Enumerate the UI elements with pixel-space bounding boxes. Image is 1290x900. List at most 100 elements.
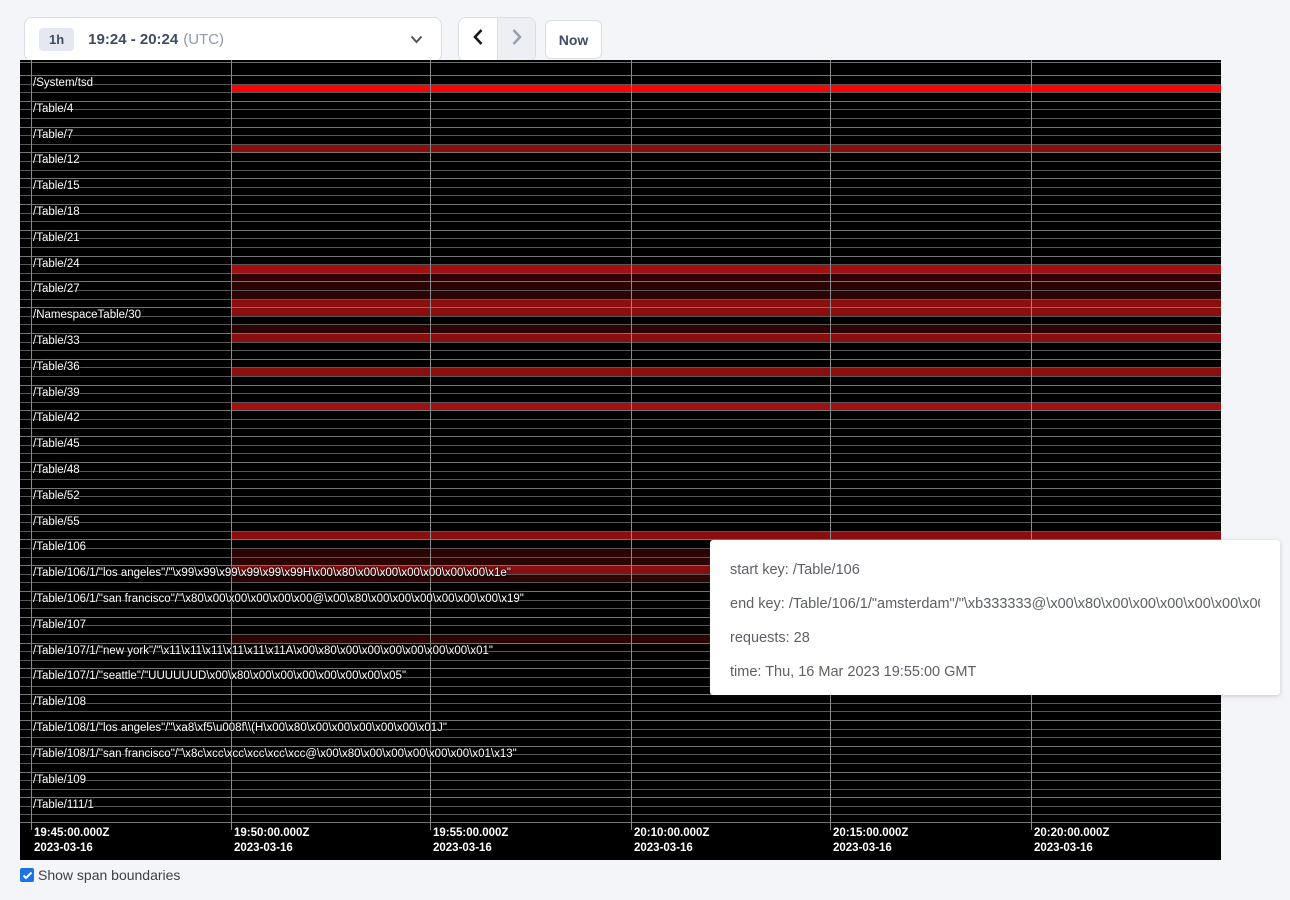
heatmap-span-lane[interactable] <box>20 238 1221 247</box>
heatmap-row[interactable]: /Table/12 <box>20 152 1221 178</box>
heatmap-row[interactable]: /Table/21 <box>20 230 1221 256</box>
heatmap-span-lane[interactable] <box>20 290 1221 299</box>
heatmap-row[interactable]: /Table/48 <box>20 462 1221 488</box>
heatmap-span-lane[interactable] <box>20 350 1221 359</box>
heatmap-span-lane[interactable] <box>20 411 1221 419</box>
heatmap-span-lane[interactable] <box>20 789 1221 798</box>
heatmap-span-lane[interactable] <box>20 128 1221 136</box>
heatmap-row[interactable]: /Table/18 <box>20 204 1221 230</box>
heatmap-span-lane[interactable] <box>20 703 1221 712</box>
heatmap-span-lane[interactable] <box>20 471 1221 480</box>
key-visualizer-heatmap[interactable]: /System/tsd/Table/4/Table/7/Table/12/Tab… <box>20 60 1221 860</box>
show-span-boundaries-checkbox[interactable] <box>20 868 34 882</box>
heatmap-span-lane[interactable] <box>20 798 1221 805</box>
heatmap-span-lane[interactable] <box>20 187 1221 196</box>
heatmap-span-lane[interactable] <box>20 247 1221 256</box>
now-button[interactable]: Now <box>545 20 602 59</box>
heatmap-span-lane[interactable] <box>20 221 1221 230</box>
heatmap-span-lane[interactable] <box>20 515 1221 523</box>
heatmap-row[interactable]: /Table/108 <box>20 694 1221 720</box>
prev-interval-button[interactable] <box>459 18 497 61</box>
heatmap-row[interactable]: /Table/108/1/"los angeles"/"\xa8\xf5\u00… <box>20 720 1221 746</box>
heatmap-span-lane[interactable] <box>20 161 1221 170</box>
heatmap-span-lane[interactable] <box>20 308 1221 316</box>
heatmap-span-lane[interactable] <box>20 445 1221 454</box>
heatmap-row[interactable]: /Table/36 <box>20 359 1221 385</box>
heatmap-span-lane[interactable] <box>20 299 1221 308</box>
heatmap-span-lane[interactable] <box>20 84 1221 93</box>
chevron-down-icon <box>410 35 423 44</box>
heatmap-span-lane[interactable] <box>20 360 1221 368</box>
heatmap-span-lane[interactable] <box>20 153 1221 161</box>
heatmap-span-lane[interactable] <box>20 737 1221 746</box>
heatmap-span-lane[interactable] <box>20 489 1221 497</box>
heatmap-span-lane[interactable] <box>20 496 1221 505</box>
heatmap-span-lane[interactable] <box>20 282 1221 290</box>
heatmap-span-lane[interactable] <box>20 453 1221 462</box>
heatmap-span-lane[interactable] <box>20 402 1221 411</box>
heatmap-span-lane[interactable] <box>20 505 1221 514</box>
heatmap-span-lane[interactable] <box>20 814 1221 822</box>
heatmap-span-lane[interactable] <box>20 419 1221 428</box>
heatmap-row[interactable]: /Table/109 <box>20 772 1221 798</box>
heatmap-span-lane[interactable] <box>20 144 1221 153</box>
heatmap-span-lane[interactable] <box>20 179 1221 187</box>
heatmap-span-lane[interactable] <box>20 92 1221 101</box>
heatmap-span-lane[interactable] <box>20 170 1221 179</box>
heatmap-span-lane[interactable] <box>20 109 1221 118</box>
heatmap-row[interactable]: /Table/27 <box>20 281 1221 307</box>
heatmap-row[interactable]: /Table/111/1 <box>20 797 1221 823</box>
heatmap-row[interactable]: /Table/45 <box>20 436 1221 462</box>
heatmap-row[interactable]: /Table/33 <box>20 333 1221 359</box>
heatmap-span-lane[interactable] <box>20 273 1221 282</box>
heat-band <box>231 274 1221 282</box>
heatmap-row[interactable]: /Table/55 <box>20 514 1221 540</box>
heatmap-span-lane[interactable] <box>20 479 1221 488</box>
heat-band <box>231 325 1221 333</box>
time-range-text: 19:24 - 20:24(UTC) <box>88 31 224 48</box>
heatmap-span-lane[interactable] <box>20 376 1221 385</box>
heatmap-span-lane[interactable] <box>20 135 1221 144</box>
tooltip-time: time: Thu, 16 Mar 2023 19:55:00 GMT <box>730 655 1260 689</box>
heatmap-span-lane[interactable] <box>20 711 1221 720</box>
heatmap-span-lane[interactable] <box>20 205 1221 213</box>
heatmap-span-lane[interactable] <box>20 393 1221 402</box>
heatmap-row[interactable]: /Table/24 <box>20 256 1221 282</box>
heatmap-span-lane[interactable] <box>20 334 1221 342</box>
heatmap-row[interactable]: /Table/15 <box>20 178 1221 204</box>
heatmap-span-lane[interactable] <box>20 437 1221 445</box>
heatmap-span-lane[interactable] <box>20 773 1221 781</box>
heat-band <box>231 334 1221 342</box>
heatmap-row[interactable]: /Table/4 <box>20 101 1221 127</box>
heatmap-row[interactable]: /Table/52 <box>20 488 1221 514</box>
heatmap-row[interactable]: /Table/7 <box>20 127 1221 153</box>
heatmap-span-lane[interactable] <box>20 763 1221 772</box>
heatmap-span-lane[interactable] <box>20 213 1221 222</box>
heatmap-span-lane[interactable] <box>20 695 1221 703</box>
heatmap-span-lane[interactable] <box>20 231 1221 239</box>
heatmap-span-lane[interactable] <box>20 806 1221 814</box>
heatmap-span-lane[interactable] <box>20 386 1221 394</box>
heatmap-span-lane[interactable] <box>20 531 1221 540</box>
heatmap-span-lane[interactable] <box>20 463 1221 471</box>
heatmap-span-lane[interactable] <box>20 324 1221 333</box>
heatmap-span-lane[interactable] <box>20 102 1221 110</box>
heatmap-span-lane[interactable] <box>20 522 1221 531</box>
heatmap-span-lane[interactable] <box>20 316 1221 325</box>
heatmap-span-lane[interactable] <box>20 76 1221 84</box>
heatmap-span-lane[interactable] <box>20 195 1221 204</box>
heatmap-span-lane[interactable] <box>20 428 1221 437</box>
next-interval-button[interactable] <box>497 18 535 61</box>
time-range-dropdown[interactable]: 1h 19:24 - 20:24(UTC) <box>24 17 442 62</box>
heatmap-row[interactable]: /System/tsd <box>20 75 1221 101</box>
heatmap-span-lane[interactable] <box>20 780 1221 789</box>
heatmap-span-lane[interactable] <box>20 342 1221 351</box>
heatmap-span-lane[interactable] <box>20 367 1221 376</box>
heatmap-span-lane[interactable] <box>20 118 1221 127</box>
heatmap-row[interactable]: /Table/42 <box>20 410 1221 436</box>
heatmap-span-lane[interactable] <box>20 257 1221 265</box>
heatmap-row[interactable]: /NamespaceTable/30 <box>20 307 1221 333</box>
heatmap-row[interactable]: /Table/39 <box>20 385 1221 411</box>
heatmap-row[interactable]: /Table/108/1/"san francisco"/"\x8c\xcc\x… <box>20 746 1221 772</box>
heatmap-span-lane[interactable] <box>20 264 1221 273</box>
